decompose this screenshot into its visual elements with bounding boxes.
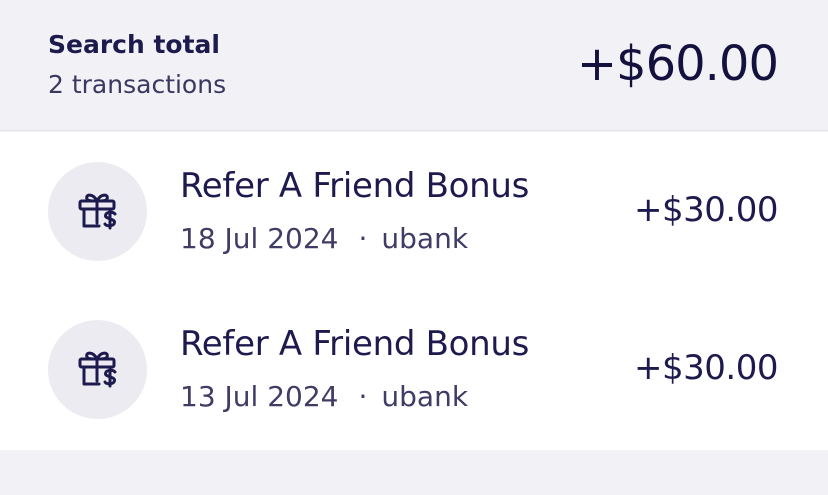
meta-separator: · [358,222,368,255]
transaction-source: ubank [381,222,469,255]
transaction-row[interactable]: Refer A Friend Bonus 18 Jul 2024 · ubank +… [0,132,828,290]
transaction-title: Refer A Friend Bonus [180,324,530,364]
transaction-meta: 13 Jul 2024 · ubank [180,380,468,414]
search-total-amount: +$60.00 [576,36,779,92]
transaction-list: Refer A Friend Bonus 18 Jul 2024 · ubank +… [0,132,828,450]
gift-dollar-icon [48,162,147,261]
list-footer [0,450,828,495]
transaction-meta: 18 Jul 2024 · ubank [180,222,468,256]
transaction-amount: +$30.00 [634,348,778,388]
transaction-date: 13 Jul 2024 [180,380,339,413]
transaction-date: 18 Jul 2024 [180,222,339,255]
transaction-row[interactable]: Refer A Friend Bonus 13 Jul 2024 · ubank +… [0,290,828,448]
gift-dollar-icon [48,320,147,419]
search-total-summary: Search total 2 transactions +$60.00 [0,0,828,131]
transaction-source: ubank [381,380,469,413]
transaction-count: 2 transactions [48,70,227,99]
search-total-label: Search total [48,30,220,59]
transaction-amount: +$30.00 [634,190,778,230]
meta-separator: · [358,380,368,413]
transaction-title: Refer A Friend Bonus [180,166,530,206]
